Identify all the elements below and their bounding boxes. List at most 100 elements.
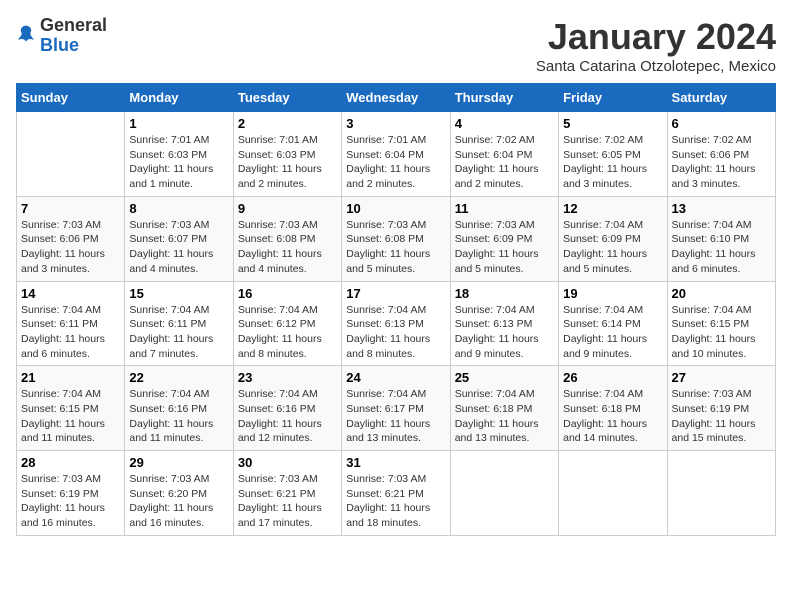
week-row-4: 21 Sunrise: 7:04 AMSunset: 6:15 PMDayligh… [17,366,776,451]
day-info: Sunrise: 7:04 AMSunset: 6:17 PMDaylight:… [346,387,445,446]
day-info: Sunrise: 7:04 AMSunset: 6:15 PMDaylight:… [21,387,120,446]
day-info: Sunrise: 7:03 AMSunset: 6:08 PMDaylight:… [238,218,337,277]
day-cell: 16Sunrise: 7:04 AMSunset: 6:12 PMDayligh… [233,281,341,366]
day-number: 12 [563,201,662,216]
day-info: Sunrise: 7:04 AMSunset: 6:13 PMDaylight:… [346,303,445,362]
day-cell: 21 Sunrise: 7:04 AMSunset: 6:15 PMDayligh… [17,366,125,451]
day-number: 21 [21,370,120,385]
day-cell: 13Sunrise: 7:04 AMSunset: 6:10 PMDayligh… [667,196,775,281]
day-cell: 10Sunrise: 7:03 AMSunset: 6:08 PMDayligh… [342,196,450,281]
day-info: Sunrise: 7:04 AMSunset: 6:15 PMDaylight:… [672,303,771,362]
day-number: 3 [346,116,445,131]
day-number: 17 [346,286,445,301]
day-number: 2 [238,116,337,131]
day-number: 6 [672,116,771,131]
day-cell: 11 Sunrise: 7:03 AMSunset: 6:09 PMDayligh… [450,196,558,281]
day-info: Sunrise: 7:04 AMSunset: 6:11 PMDaylight:… [21,303,120,362]
day-info: Sunrise: 7:04 AMSunset: 6:16 PMDaylight:… [129,387,228,446]
day-cell: 28Sunrise: 7:03 AMSunset: 6:19 PMDayligh… [17,451,125,536]
weekday-header-row: SundayMondayTuesdayWednesdayThursdayFrid… [17,84,776,112]
day-info: Sunrise: 7:03 AMSunset: 6:19 PMDaylight:… [672,387,771,446]
day-cell: 19 Sunrise: 7:04 AMSunset: 6:14 PMDayligh… [559,281,667,366]
day-info: Sunrise: 7:04 AMSunset: 6:18 PMDaylight:… [455,387,554,446]
title-block: January 2024 Santa Catarina Otzolotepec,… [536,16,776,75]
day-number: 26 [563,370,662,385]
weekday-sunday: Sunday [17,84,125,112]
day-cell: 25Sunrise: 7:04 AMSunset: 6:18 PMDayligh… [450,366,558,451]
day-cell: 15Sunrise: 7:04 AMSunset: 6:11 PMDayligh… [125,281,233,366]
header: General Blue January 2024 Santa Catarina… [16,16,776,75]
day-cell: 12Sunrise: 7:04 AMSunset: 6:09 PMDayligh… [559,196,667,281]
day-info: Sunrise: 7:03 AMSunset: 6:06 PMDaylight:… [21,218,120,277]
day-cell: 5 Sunrise: 7:02 AMSunset: 6:05 PMDaylight… [559,112,667,197]
day-number: 15 [129,286,228,301]
day-number: 19 [563,286,662,301]
day-cell [450,451,558,536]
logo: General Blue [16,16,107,56]
location-title: Santa Catarina Otzolotepec, Mexico [536,58,776,75]
day-number: 14 [21,286,120,301]
day-cell: 23 Sunrise: 7:04 AMSunset: 6:16 PMDayligh… [233,366,341,451]
day-cell: 30Sunrise: 7:03 AMSunset: 6:21 PMDayligh… [233,451,341,536]
week-row-1: 1 Sunrise: 7:01 AMSunset: 6:03 PMDaylight… [17,112,776,197]
logo-bird-icon [16,24,36,48]
day-number: 28 [21,455,120,470]
weekday-friday: Friday [559,84,667,112]
day-cell: 24Sunrise: 7:04 AMSunset: 6:17 PMDayligh… [342,366,450,451]
weekday-thursday: Thursday [450,84,558,112]
day-info: Sunrise: 7:03 AMSunset: 6:08 PMDaylight:… [346,218,445,277]
day-number: 5 [563,116,662,131]
day-number: 18 [455,286,554,301]
day-info: Sunrise: 7:04 AMSunset: 6:16 PMDaylight:… [238,387,337,446]
day-number: 7 [21,201,120,216]
day-info: Sunrise: 7:04 AMSunset: 6:18 PMDaylight:… [563,387,662,446]
day-number: 11 [455,201,554,216]
day-cell: 20 Sunrise: 7:04 AMSunset: 6:15 PMDayligh… [667,281,775,366]
day-cell: 2 Sunrise: 7:01 AMSunset: 6:03 PMDaylight… [233,112,341,197]
calendar-body: 1 Sunrise: 7:01 AMSunset: 6:03 PMDaylight… [17,112,776,536]
day-cell: 6 Sunrise: 7:02 AMSunset: 6:06 PMDaylight… [667,112,775,197]
day-number: 16 [238,286,337,301]
day-cell: 3 Sunrise: 7:01 AMSunset: 6:04 PMDaylight… [342,112,450,197]
weekday-monday: Monday [125,84,233,112]
day-cell: 26 Sunrise: 7:04 AMSunset: 6:18 PMDayligh… [559,366,667,451]
weekday-saturday: Saturday [667,84,775,112]
logo-general: General [40,16,107,36]
day-number: 8 [129,201,228,216]
day-info: Sunrise: 7:02 AMSunset: 6:04 PMDaylight:… [455,133,554,192]
week-row-3: 14 Sunrise: 7:04 AMSunset: 6:11 PMDayligh… [17,281,776,366]
day-number: 4 [455,116,554,131]
day-number: 30 [238,455,337,470]
day-cell: 4 Sunrise: 7:02 AMSunset: 6:04 PMDaylight… [450,112,558,197]
day-number: 31 [346,455,445,470]
day-info: Sunrise: 7:04 AMSunset: 6:13 PMDaylight:… [455,303,554,362]
day-cell: 18 Sunrise: 7:04 AMSunset: 6:13 PMDayligh… [450,281,558,366]
month-title: January 2024 [536,16,776,58]
day-info: Sunrise: 7:01 AMSunset: 6:04 PMDaylight:… [346,133,445,192]
day-info: Sunrise: 7:03 AMSunset: 6:07 PMDaylight:… [129,218,228,277]
day-info: Sunrise: 7:04 AMSunset: 6:14 PMDaylight:… [563,303,662,362]
day-number: 9 [238,201,337,216]
day-cell: 31Sunrise: 7:03 AMSunset: 6:21 PMDayligh… [342,451,450,536]
day-number: 23 [238,370,337,385]
logo-text: General Blue [40,16,107,56]
logo-blue: Blue [40,36,107,56]
day-info: Sunrise: 7:02 AMSunset: 6:06 PMDaylight:… [672,133,771,192]
day-cell [17,112,125,197]
day-cell: 7 Sunrise: 7:03 AMSunset: 6:06 PMDaylight… [17,196,125,281]
day-number: 22 [129,370,228,385]
day-info: Sunrise: 7:03 AMSunset: 6:20 PMDaylight:… [129,472,228,531]
week-row-5: 28Sunrise: 7:03 AMSunset: 6:19 PMDayligh… [17,451,776,536]
week-row-2: 7 Sunrise: 7:03 AMSunset: 6:06 PMDaylight… [17,196,776,281]
day-number: 29 [129,455,228,470]
day-cell: 1Sunrise: 7:01 AMSunset: 6:03 PMDaylight… [125,112,233,197]
day-number: 20 [672,286,771,301]
day-info: Sunrise: 7:02 AMSunset: 6:05 PMDaylight:… [563,133,662,192]
day-info: Sunrise: 7:03 AMSunset: 6:09 PMDaylight:… [455,218,554,277]
day-info: Sunrise: 7:01 AMSunset: 6:03 PMDaylight:… [238,133,337,192]
day-cell: 29 Sunrise: 7:03 AMSunset: 6:20 PMDayligh… [125,451,233,536]
calendar-table: SundayMondayTuesdayWednesdayThursdayFrid… [16,83,776,536]
day-cell: 22 Sunrise: 7:04 AMSunset: 6:16 PMDayligh… [125,366,233,451]
day-cell: 9 Sunrise: 7:03 AMSunset: 6:08 PMDaylight… [233,196,341,281]
day-number: 1 [129,116,228,131]
